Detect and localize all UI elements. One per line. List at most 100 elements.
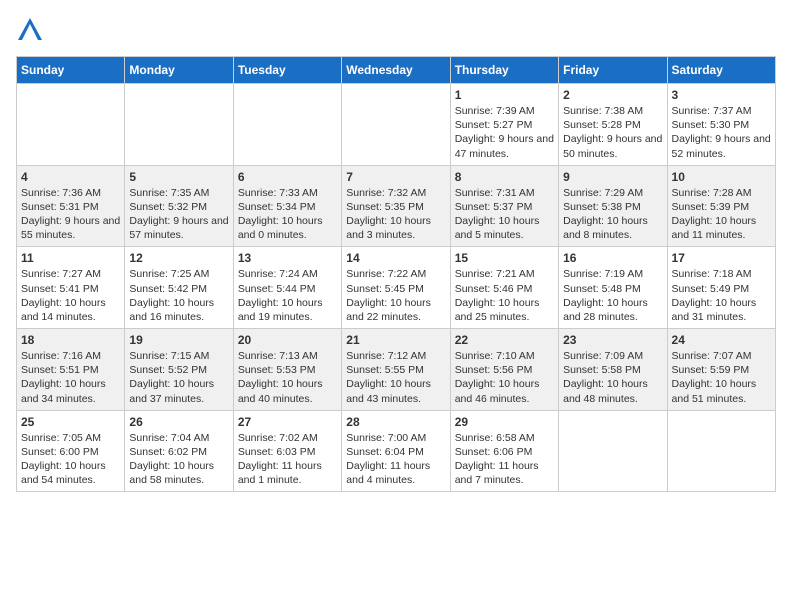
day-number: 29 [455, 415, 554, 429]
calendar-week-row: 1 Sunrise: 7:39 AMSunset: 5:27 PMDaylight… [17, 84, 776, 166]
calendar-cell: 27 Sunrise: 7:02 AMSunset: 6:03 PMDayligh… [233, 410, 341, 492]
day-info: Sunrise: 7:18 AMSunset: 5:49 PMDaylight:… [672, 267, 771, 324]
day-number: 8 [455, 170, 554, 184]
page-header [16, 16, 776, 44]
day-info: Sunrise: 7:16 AMSunset: 5:51 PMDaylight:… [21, 349, 120, 406]
day-number: 10 [672, 170, 771, 184]
day-info: Sunrise: 7:12 AMSunset: 5:55 PMDaylight:… [346, 349, 445, 406]
calendar-cell [125, 84, 233, 166]
day-number: 21 [346, 333, 445, 347]
calendar-week-row: 4 Sunrise: 7:36 AMSunset: 5:31 PMDaylight… [17, 165, 776, 247]
day-number: 12 [129, 251, 228, 265]
calendar-cell: 10 Sunrise: 7:28 AMSunset: 5:39 PMDayligh… [667, 165, 775, 247]
day-number: 15 [455, 251, 554, 265]
day-number: 6 [238, 170, 337, 184]
calendar-cell: 2 Sunrise: 7:38 AMSunset: 5:28 PMDaylight… [559, 84, 667, 166]
day-info: Sunrise: 7:19 AMSunset: 5:48 PMDaylight:… [563, 267, 662, 324]
day-info: Sunrise: 7:24 AMSunset: 5:44 PMDaylight:… [238, 267, 337, 324]
day-number: 9 [563, 170, 662, 184]
day-info: Sunrise: 7:13 AMSunset: 5:53 PMDaylight:… [238, 349, 337, 406]
calendar-cell: 8 Sunrise: 7:31 AMSunset: 5:37 PMDaylight… [450, 165, 558, 247]
calendar-header-row: SundayMondayTuesdayWednesdayThursdayFrid… [17, 57, 776, 84]
day-info: Sunrise: 7:21 AMSunset: 5:46 PMDaylight:… [455, 267, 554, 324]
day-info: Sunrise: 7:37 AMSunset: 5:30 PMDaylight:… [672, 104, 771, 161]
calendar-cell: 15 Sunrise: 7:21 AMSunset: 5:46 PMDayligh… [450, 247, 558, 329]
day-number: 7 [346, 170, 445, 184]
day-number: 1 [455, 88, 554, 102]
day-info: Sunrise: 7:25 AMSunset: 5:42 PMDaylight:… [129, 267, 228, 324]
day-number: 20 [238, 333, 337, 347]
calendar-cell: 9 Sunrise: 7:29 AMSunset: 5:38 PMDaylight… [559, 165, 667, 247]
day-info: Sunrise: 7:09 AMSunset: 5:58 PMDaylight:… [563, 349, 662, 406]
col-header-thursday: Thursday [450, 57, 558, 84]
day-info: Sunrise: 7:31 AMSunset: 5:37 PMDaylight:… [455, 186, 554, 243]
calendar-week-row: 11 Sunrise: 7:27 AMSunset: 5:41 PMDayligh… [17, 247, 776, 329]
calendar-cell [17, 84, 125, 166]
calendar-cell: 23 Sunrise: 7:09 AMSunset: 5:58 PMDayligh… [559, 329, 667, 411]
calendar-cell: 17 Sunrise: 7:18 AMSunset: 5:49 PMDayligh… [667, 247, 775, 329]
calendar-cell: 16 Sunrise: 7:19 AMSunset: 5:48 PMDayligh… [559, 247, 667, 329]
day-number: 24 [672, 333, 771, 347]
calendar-cell: 22Sunrise: 7:10 AMSunset: 5:56 PMDayligh… [450, 329, 558, 411]
calendar-cell: 6 Sunrise: 7:33 AMSunset: 5:34 PMDaylight… [233, 165, 341, 247]
calendar-cell: 14Sunrise: 7:22 AMSunset: 5:45 PMDayligh… [342, 247, 450, 329]
calendar-cell: 21 Sunrise: 7:12 AMSunset: 5:55 PMDayligh… [342, 329, 450, 411]
day-info: Sunrise: 7:05 AMSunset: 6:00 PMDaylight:… [21, 431, 120, 488]
day-info: Sunrise: 7:02 AMSunset: 6:03 PMDaylight:… [238, 431, 337, 488]
calendar-cell: 20 Sunrise: 7:13 AMSunset: 5:53 PMDayligh… [233, 329, 341, 411]
calendar-cell: 24 Sunrise: 7:07 AMSunset: 5:59 PMDayligh… [667, 329, 775, 411]
col-header-friday: Friday [559, 57, 667, 84]
day-info: Sunrise: 7:27 AMSunset: 5:41 PMDaylight:… [21, 267, 120, 324]
day-info: Sunrise: 7:15 AMSunset: 5:52 PMDaylight:… [129, 349, 228, 406]
day-number: 5 [129, 170, 228, 184]
calendar-cell: 29 Sunrise: 6:58 AMSunset: 6:06 PMDayligh… [450, 410, 558, 492]
calendar-cell: 12 Sunrise: 7:25 AMSunset: 5:42 PMDayligh… [125, 247, 233, 329]
calendar-week-row: 25 Sunrise: 7:05 AMSunset: 6:00 PMDayligh… [17, 410, 776, 492]
day-number: 4 [21, 170, 120, 184]
calendar-cell: 5 Sunrise: 7:35 AMSunset: 5:32 PMDaylight… [125, 165, 233, 247]
day-number: 25 [21, 415, 120, 429]
day-number: 13 [238, 251, 337, 265]
col-header-sunday: Sunday [17, 57, 125, 84]
calendar-cell: 25 Sunrise: 7:05 AMSunset: 6:00 PMDayligh… [17, 410, 125, 492]
day-info: Sunrise: 7:39 AMSunset: 5:27 PMDaylight:… [455, 104, 554, 161]
day-number: 22 [455, 333, 554, 347]
logo-icon [16, 16, 44, 44]
col-header-monday: Monday [125, 57, 233, 84]
day-info: Sunrise: 7:35 AMSunset: 5:32 PMDaylight:… [129, 186, 228, 243]
day-info: Sunrise: 7:38 AMSunset: 5:28 PMDaylight:… [563, 104, 662, 161]
calendar-cell [233, 84, 341, 166]
day-info: Sunrise: 7:36 AMSunset: 5:31 PMDaylight:… [21, 186, 120, 243]
day-info: Sunrise: 6:58 AMSunset: 6:06 PMDaylight:… [455, 431, 554, 488]
day-number: 16 [563, 251, 662, 265]
calendar-cell: 19 Sunrise: 7:15 AMSunset: 5:52 PMDayligh… [125, 329, 233, 411]
calendar-cell [342, 84, 450, 166]
day-number: 3 [672, 88, 771, 102]
calendar-cell: 18Sunrise: 7:16 AMSunset: 5:51 PMDayligh… [17, 329, 125, 411]
day-number: 17 [672, 251, 771, 265]
day-info: Sunrise: 7:32 AMSunset: 5:35 PMDaylight:… [346, 186, 445, 243]
day-number: 11 [21, 251, 120, 265]
day-info: Sunrise: 7:28 AMSunset: 5:39 PMDaylight:… [672, 186, 771, 243]
calendar-week-row: 18Sunrise: 7:16 AMSunset: 5:51 PMDayligh… [17, 329, 776, 411]
calendar-cell: 7 Sunrise: 7:32 AMSunset: 5:35 PMDaylight… [342, 165, 450, 247]
day-number: 26 [129, 415, 228, 429]
calendar-cell: 28Sunrise: 7:00 AMSunset: 6:04 PMDayligh… [342, 410, 450, 492]
calendar: SundayMondayTuesdayWednesdayThursdayFrid… [16, 56, 776, 492]
day-info: Sunrise: 7:07 AMSunset: 5:59 PMDaylight:… [672, 349, 771, 406]
day-number: 27 [238, 415, 337, 429]
day-info: Sunrise: 7:04 AMSunset: 6:02 PMDaylight:… [129, 431, 228, 488]
col-header-tuesday: Tuesday [233, 57, 341, 84]
calendar-cell: 3 Sunrise: 7:37 AMSunset: 5:30 PMDaylight… [667, 84, 775, 166]
day-info: Sunrise: 7:00 AMSunset: 6:04 PMDaylight:… [346, 431, 445, 488]
calendar-cell: 26 Sunrise: 7:04 AMSunset: 6:02 PMDayligh… [125, 410, 233, 492]
day-info: Sunrise: 7:33 AMSunset: 5:34 PMDaylight:… [238, 186, 337, 243]
col-header-saturday: Saturday [667, 57, 775, 84]
day-number: 23 [563, 333, 662, 347]
day-number: 2 [563, 88, 662, 102]
day-info: Sunrise: 7:29 AMSunset: 5:38 PMDaylight:… [563, 186, 662, 243]
calendar-cell [559, 410, 667, 492]
col-header-wednesday: Wednesday [342, 57, 450, 84]
calendar-cell [667, 410, 775, 492]
day-number: 19 [129, 333, 228, 347]
